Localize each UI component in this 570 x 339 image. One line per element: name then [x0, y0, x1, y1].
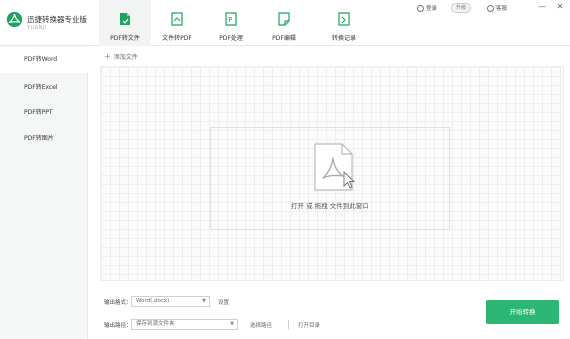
app-logo-icon: [6, 11, 23, 28]
tab-label: PDF编辑: [272, 35, 296, 42]
output-format-label: 输出格式：: [104, 300, 132, 306]
svg-text:P: P: [228, 16, 232, 24]
output-format-select[interactable]: Word(.docx) ▼: [131, 296, 210, 307]
output-path-value: 保存到源文件夹: [136, 321, 175, 327]
help-label: 客服: [496, 6, 508, 12]
history-icon: [338, 12, 350, 26]
tab-pdf-edit[interactable]: PDF编辑: [258, 0, 310, 46]
title-bar: 迅捷转换器专业版 YUANJI PDF转文件 文件转PDF P PDF处理 PD…: [0, 0, 570, 46]
sidebar: PDF转Word PDF转Excel PDF转PPT PDF转图片: [0, 46, 88, 339]
add-file-label: 添加文件: [113, 54, 138, 61]
choose-path-link[interactable]: 选择路径: [250, 321, 272, 329]
minimize-button[interactable]: —: [537, 2, 547, 12]
pdf-document-icon: [314, 143, 356, 191]
file-to-pdf-icon: [171, 12, 183, 26]
app-sub-name: YUANJI: [27, 25, 47, 31]
login-button[interactable]: 登录: [417, 3, 437, 13]
tab-label: PDF处理: [219, 35, 243, 42]
tab-pdf-process[interactable]: P PDF处理: [205, 0, 257, 46]
tab-history[interactable]: 转换记录: [318, 0, 370, 46]
settings-link[interactable]: 设置: [218, 298, 229, 306]
tab-file-to-pdf[interactable]: 文件转PDF: [151, 0, 203, 46]
divider: [288, 320, 289, 329]
login-label: 登录: [426, 6, 438, 12]
add-file-button[interactable]: + 添加文件: [104, 52, 138, 61]
drop-hint: 打开 或 拖拽 文件到此窗口: [291, 202, 369, 210]
plus-icon: +: [104, 52, 111, 61]
pdf-process-icon: P: [225, 12, 237, 26]
sidebar-item-pdf-to-image[interactable]: PDF转图片: [0, 126, 88, 152]
app-name: 迅捷转换器专业版: [27, 15, 87, 24]
sidebar-item-pdf-to-excel[interactable]: PDF转Excel: [0, 75, 88, 101]
tab-label: 文件转PDF: [162, 35, 192, 42]
start-convert-button[interactable]: 开始转换: [486, 300, 559, 324]
sidebar-item-pdf-to-ppt[interactable]: PDF转PPT: [0, 100, 88, 126]
help-icon: [487, 4, 494, 12]
output-path-label: 输出路径：: [104, 323, 132, 329]
close-button[interactable]: ✕: [555, 2, 565, 12]
tab-label: PDF转文件: [110, 35, 140, 42]
pdf-edit-icon: [278, 12, 290, 26]
tab-label: 转换记录: [331, 35, 356, 42]
open-folder-link[interactable]: 打开目录: [298, 321, 320, 329]
output-path-select[interactable]: 保存到源文件夹 ▼: [131, 319, 238, 330]
chevron-down-icon: ▼: [230, 321, 234, 327]
output-format-value: Word(.docx): [136, 298, 170, 304]
chevron-down-icon: ▼: [202, 298, 206, 304]
tab-pdf-to-file[interactable]: PDF转文件: [99, 0, 151, 46]
upgrade-badge[interactable]: 升级: [451, 3, 471, 13]
sidebar-item-pdf-to-word[interactable]: PDF转Word: [0, 47, 88, 73]
user-icon: [417, 4, 424, 12]
help-button[interactable]: 客服: [487, 3, 507, 13]
pdf-to-file-icon: [120, 13, 130, 25]
